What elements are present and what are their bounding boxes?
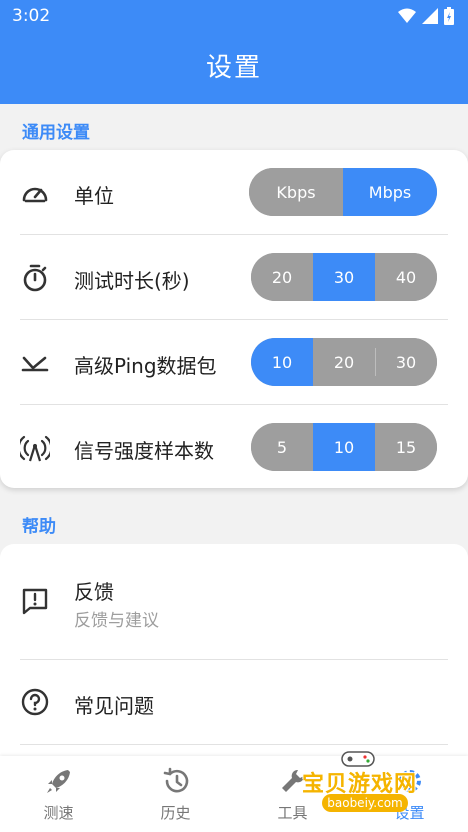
duration-option-30[interactable]: 30 <box>313 253 375 301</box>
nav-item-speedtest[interactable]: 测速 <box>0 756 117 832</box>
duration-option-20[interactable]: 20 <box>251 253 313 301</box>
help-item-feedback[interactable]: 反馈 反馈与建议 <box>0 544 468 659</box>
status-icons <box>398 7 454 25</box>
ping-icon <box>21 356 49 372</box>
general-settings-card: 单位 Kbps Mbps 测试时长(秒) 20 30 40 高级Ping数据包 … <box>0 150 468 488</box>
divider <box>20 744 448 745</box>
nav-item-history[interactable]: 历史 <box>117 756 234 832</box>
signal-option-15[interactable]: 15 <box>375 423 437 471</box>
history-icon <box>163 767 189 793</box>
gamepad-icon <box>341 751 375 767</box>
setting-label-signal: 信号强度样本数 <box>74 439 214 463</box>
setting-label-unit: 单位 <box>74 184 114 208</box>
help-item-faq-title: 常见问题 <box>74 694 154 718</box>
status-time: 3:02 <box>12 6 51 26</box>
signal-icon <box>422 8 438 24</box>
nav-label-speedtest: 测速 <box>43 804 74 822</box>
setting-label-duration: 测试时长(秒) <box>74 269 190 293</box>
setting-row-ping: 高级Ping数据包 10 20 30 <box>0 320 468 404</box>
nav-label-history: 历史 <box>160 804 191 822</box>
speedometer-icon <box>22 187 48 203</box>
wifi-icon <box>398 8 416 23</box>
signal-option-10[interactable]: 10 <box>313 423 375 471</box>
unit-option-mbps[interactable]: Mbps <box>343 168 437 216</box>
signal-option-5[interactable]: 5 <box>251 423 313 471</box>
signal-segmented-control: 5 10 15 <box>251 423 437 471</box>
ping-segmented-control: 10 20 30 <box>251 338 437 386</box>
setting-row-duration: 测试时长(秒) 20 30 40 <box>0 235 468 319</box>
help-item-faq[interactable]: 常见问题 <box>0 660 468 744</box>
timer-icon <box>23 264 47 292</box>
help-card: 反馈 反馈与建议 常见问题 <box>0 544 468 756</box>
help-item-feedback-subtitle: 反馈与建议 <box>74 611 159 631</box>
section-label-general: 通用设置 <box>22 123 90 143</box>
help-item-feedback-title: 反馈 <box>74 580 114 604</box>
section-label-help: 帮助 <box>22 517 56 537</box>
setting-row-unit: 单位 Kbps Mbps <box>0 150 468 234</box>
rocket-icon <box>47 770 70 793</box>
ping-option-30[interactable]: 30 <box>375 338 437 386</box>
setting-label-ping: 高级Ping数据包 <box>74 354 217 378</box>
status-bar: 3:02 <box>0 0 468 32</box>
duration-option-40[interactable]: 40 <box>375 253 437 301</box>
help-circle-icon <box>21 688 49 716</box>
ping-option-20[interactable]: 20 <box>313 338 375 386</box>
setting-row-signal: 信号强度样本数 5 10 15 <box>0 405 468 489</box>
watermark-url: baobeiy.com <box>322 794 408 812</box>
unit-option-kbps[interactable]: Kbps <box>249 168 343 216</box>
battery-icon <box>444 7 454 25</box>
antenna-icon <box>20 435 50 462</box>
duration-segmented-control: 20 30 40 <box>251 253 437 301</box>
feedback-icon <box>22 588 48 615</box>
unit-segmented-control: Kbps Mbps <box>249 168 437 216</box>
page-title: 设置 <box>205 53 262 83</box>
watermark-logo: 宝贝游戏网 baobeiy.com <box>288 748 438 828</box>
ping-option-10[interactable]: 10 <box>251 338 313 386</box>
app-bar: 设置 <box>0 32 468 104</box>
